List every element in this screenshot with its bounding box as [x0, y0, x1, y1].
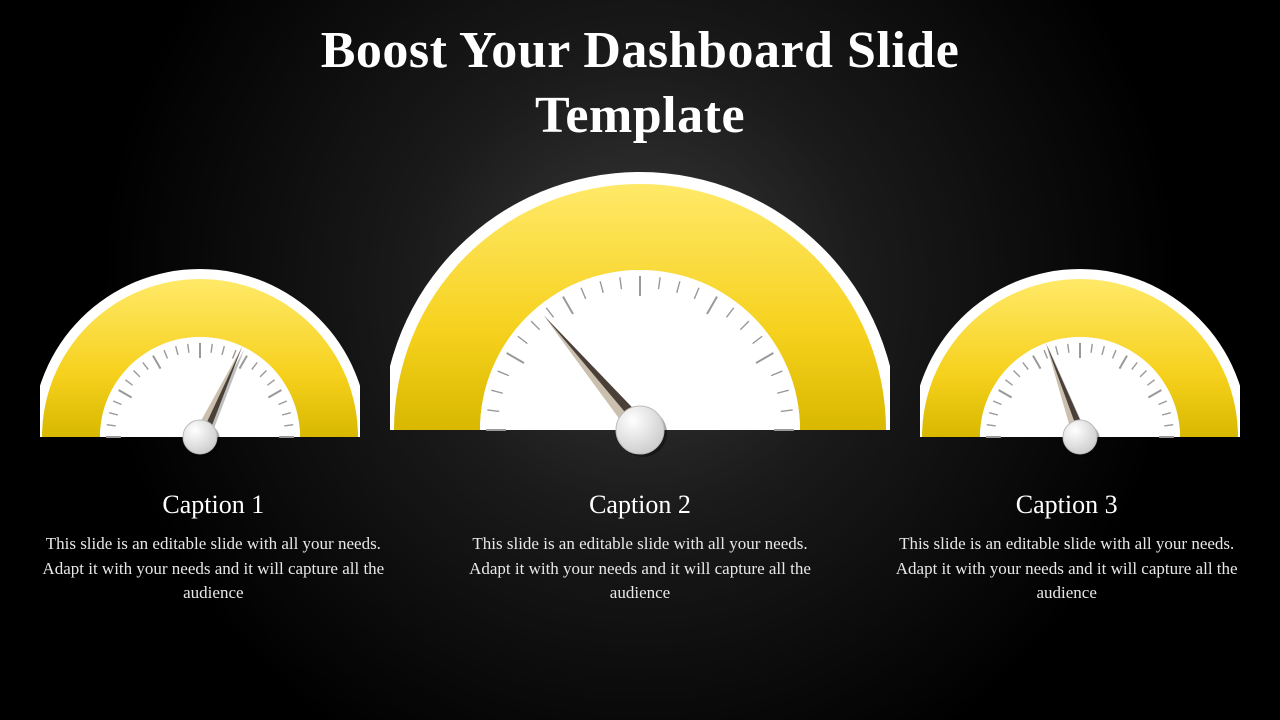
- slide-title: Boost Your Dashboard Slide Template: [0, 0, 1280, 148]
- title-line-1: Boost Your Dashboard Slide: [321, 22, 960, 79]
- gauges-row: [0, 198, 1280, 458]
- caption-block-3: Caption 3 This slide is an editable slid…: [853, 490, 1280, 606]
- gauge: [40, 267, 360, 458]
- gauge-icon: [920, 267, 1240, 458]
- title-line-2: Template: [535, 87, 745, 144]
- caption-title-1: Caption 1: [36, 490, 391, 520]
- caption-title-3: Caption 3: [889, 490, 1244, 520]
- captions-row: Caption 1 This slide is an editable slid…: [0, 490, 1280, 606]
- gauge-icon: [40, 267, 360, 458]
- caption-title-2: Caption 2: [463, 490, 818, 520]
- gauge-icon: [390, 170, 890, 458]
- caption-body-2: This slide is an editable slide with all…: [463, 532, 818, 606]
- caption-body-1: This slide is an editable slide with all…: [36, 532, 391, 606]
- gauge: [390, 170, 890, 458]
- caption-body-3: This slide is an editable slide with all…: [889, 532, 1244, 606]
- gauge: [920, 267, 1240, 458]
- caption-block-2: Caption 2 This slide is an editable slid…: [427, 490, 854, 606]
- caption-block-1: Caption 1 This slide is an editable slid…: [0, 490, 427, 606]
